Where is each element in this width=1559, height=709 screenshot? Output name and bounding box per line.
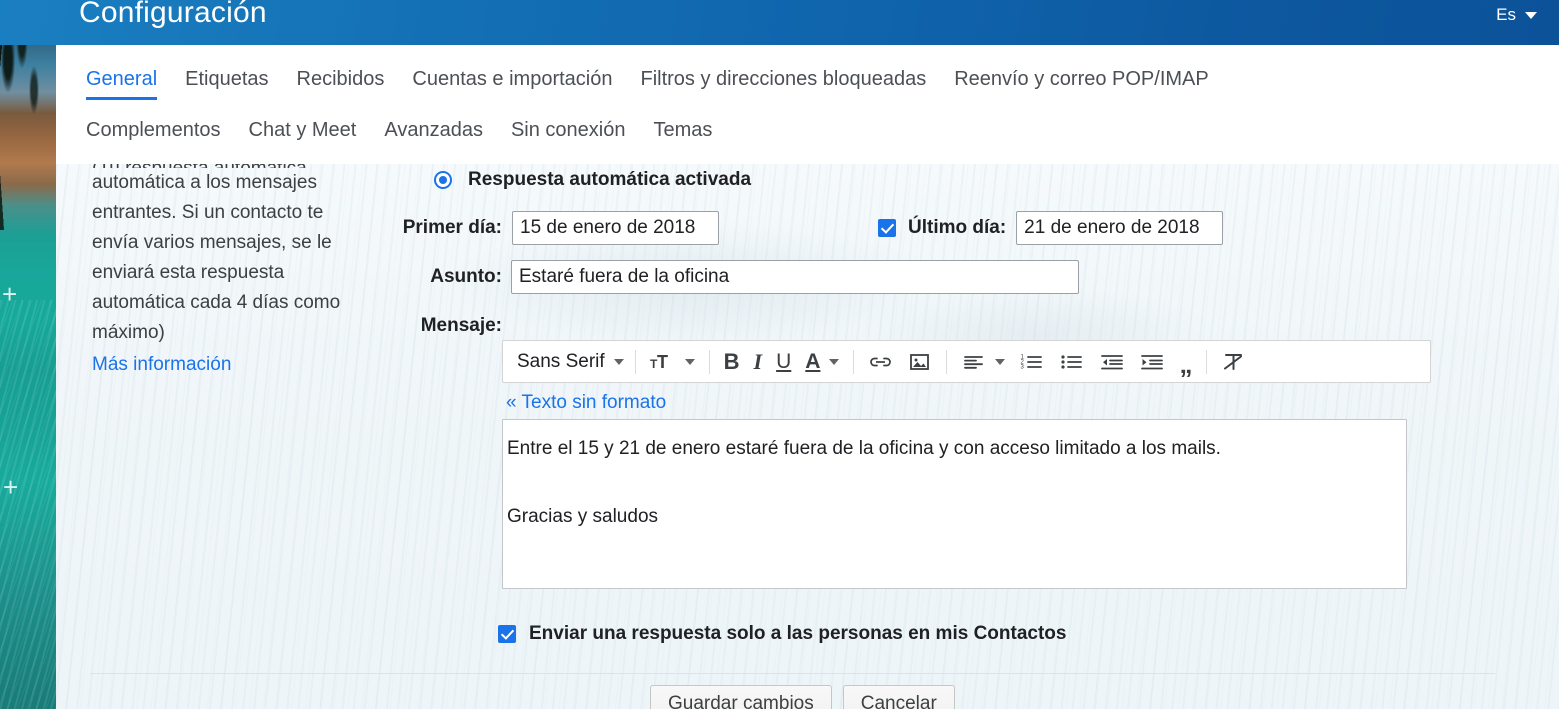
app-header: Configuración Es: [0, 0, 1559, 45]
save-changes-button[interactable]: Guardar cambios: [650, 685, 832, 709]
vacation-description: (Tu respuesta automática enviará una res…: [92, 164, 368, 380]
message-row: Mensaje:: [376, 309, 1506, 343]
message-body-input[interactable]: Entre el 15 y 21 de enero estaré fuera d…: [502, 419, 1407, 589]
chevron-down-icon: [995, 359, 1005, 365]
insert-image-icon: [907, 351, 932, 373]
chevron-down-icon: [829, 359, 839, 365]
tab-cuentas-importacion[interactable]: Cuentas e importación: [412, 68, 612, 100]
increase-indent-button[interactable]: [1132, 345, 1172, 379]
text-size-icon: T T: [650, 352, 676, 372]
tab-general[interactable]: General: [86, 68, 157, 100]
last-day-checkbox[interactable]: [878, 219, 896, 237]
first-day-label: Primer día:: [376, 217, 502, 239]
message-label: Mensaje:: [376, 315, 502, 337]
last-day-group: Último día:: [878, 211, 1223, 245]
bulleted-list-button[interactable]: [1052, 345, 1092, 379]
first-day-row: Primer día: Último día:: [376, 211, 1506, 245]
link-icon: [868, 352, 893, 372]
message-body-line-1: Entre el 15 y 21 de enero estaré fuera d…: [507, 432, 1398, 466]
plain-text-link[interactable]: « Texto sin formato: [506, 392, 666, 414]
tab-etiquetas[interactable]: Etiquetas: [185, 68, 268, 100]
remove-formatting-button[interactable]: [1214, 345, 1254, 379]
tab-chat-y-meet[interactable]: Chat y Meet: [249, 119, 357, 154]
subject-label: Asunto:: [376, 266, 502, 288]
more-info-link[interactable]: Más información: [92, 350, 231, 380]
increase-indent-icon: [1139, 352, 1165, 372]
toolbar-divider: [853, 350, 854, 374]
subject-input[interactable]: [511, 260, 1079, 294]
language-selector[interactable]: Es: [1496, 5, 1537, 25]
message-editor: Sans Serif T T B I U: [502, 340, 1432, 589]
tab-reenvio-pop-imap[interactable]: Reenvío y correo POP/IMAP: [954, 68, 1209, 100]
subject-row: Asunto:: [376, 260, 1506, 294]
message-body-line-2: Gracias y saludos: [507, 500, 1398, 534]
decrease-indent-icon: [1099, 352, 1125, 372]
contacts-only-row: Enviar una respuesta solo a las personas…: [498, 623, 1066, 645]
toolbar-divider: [946, 350, 947, 374]
toolbar-divider: [1206, 350, 1207, 374]
bold-button[interactable]: B: [717, 345, 747, 379]
contacts-only-checkbox[interactable]: [498, 625, 516, 643]
chevron-down-icon: [685, 359, 695, 365]
radio-responder-on-label: Respuesta automática activada: [468, 169, 751, 191]
blockquote-button[interactable]: „: [1172, 345, 1199, 379]
text-color-label: A: [805, 350, 820, 374]
svg-text:3: 3: [1021, 364, 1025, 370]
chevron-down-icon: [614, 359, 624, 365]
tab-sin-conexion[interactable]: Sin conexión: [511, 119, 626, 154]
formatting-toolbar: Sans Serif T T B I U: [502, 340, 1431, 383]
settings-content: (Tu respuesta automática enviará una res…: [56, 164, 1559, 709]
numbered-list-button[interactable]: 1 2 3: [1012, 345, 1052, 379]
numbered-list-icon: 1 2 3: [1019, 352, 1045, 372]
footer-divider: [90, 673, 1495, 674]
italic-button[interactable]: I: [747, 345, 770, 379]
font-family-selector[interactable]: Sans Serif: [511, 345, 628, 379]
text-color-button[interactable]: A: [798, 345, 846, 379]
bulleted-list-icon: [1059, 352, 1085, 372]
cancel-button[interactable]: Cancelar: [843, 685, 955, 709]
background-photo: + +: [0, 0, 56, 709]
radio-responder-on[interactable]: [434, 171, 452, 189]
vacation-responder-form: Respuesta automática activada Primer día…: [376, 164, 1506, 343]
contacts-only-label: Enviar una respuesta solo a las personas…: [529, 623, 1066, 645]
settings-tabs-panel: General Etiquetas Recibidos Cuentas e im…: [56, 45, 1559, 164]
toolbar-divider: [709, 350, 710, 374]
insert-image-button[interactable]: [900, 345, 939, 379]
description-paragraph: automática a los mensajes entrantes. Si …: [92, 172, 340, 343]
chevron-down-icon: [1525, 12, 1537, 19]
language-label: Es: [1496, 5, 1516, 25]
tab-row-secondary: Complementos Chat y Meet Avanzadas Sin c…: [56, 100, 1559, 154]
align-button[interactable]: [954, 345, 1012, 379]
settings-page: + + Configuración Es General Etiquetas R…: [0, 0, 1559, 709]
tab-avanzadas[interactable]: Avanzadas: [384, 119, 483, 154]
insert-link-button[interactable]: [861, 345, 900, 379]
align-left-icon: [961, 352, 986, 372]
underline-button[interactable]: U: [769, 345, 798, 379]
responder-on-row: Respuesta automática activada: [434, 164, 1506, 196]
tab-recibidos[interactable]: Recibidos: [297, 68, 385, 100]
first-day-input[interactable]: [512, 211, 719, 245]
decrease-indent-button[interactable]: [1092, 345, 1132, 379]
plus-marker-icon: +: [2, 281, 17, 307]
tab-complementos[interactable]: Complementos: [86, 119, 221, 154]
description-clipped-line: (Tu respuesta automática enviará una res…: [92, 164, 368, 168]
toolbar-divider: [635, 350, 636, 374]
last-day-input[interactable]: [1016, 211, 1223, 245]
remove-formatting-icon: [1221, 351, 1247, 373]
page-title: Configuración: [79, 0, 267, 30]
last-day-label: Último día:: [908, 217, 1006, 239]
plus-marker-icon: +: [3, 474, 18, 500]
footer-buttons: Guardar cambios Cancelar: [650, 685, 955, 709]
tab-filtros-direcciones-bloqueadas[interactable]: Filtros y direcciones bloqueadas: [640, 68, 926, 100]
message-body-blank-line: [507, 466, 1398, 500]
tab-temas[interactable]: Temas: [653, 119, 712, 154]
svg-text:T: T: [657, 352, 668, 372]
font-family-label: Sans Serif: [517, 351, 605, 373]
font-size-button[interactable]: T T: [643, 345, 702, 379]
tab-row-primary: General Etiquetas Recibidos Cuentas e im…: [56, 45, 1559, 100]
